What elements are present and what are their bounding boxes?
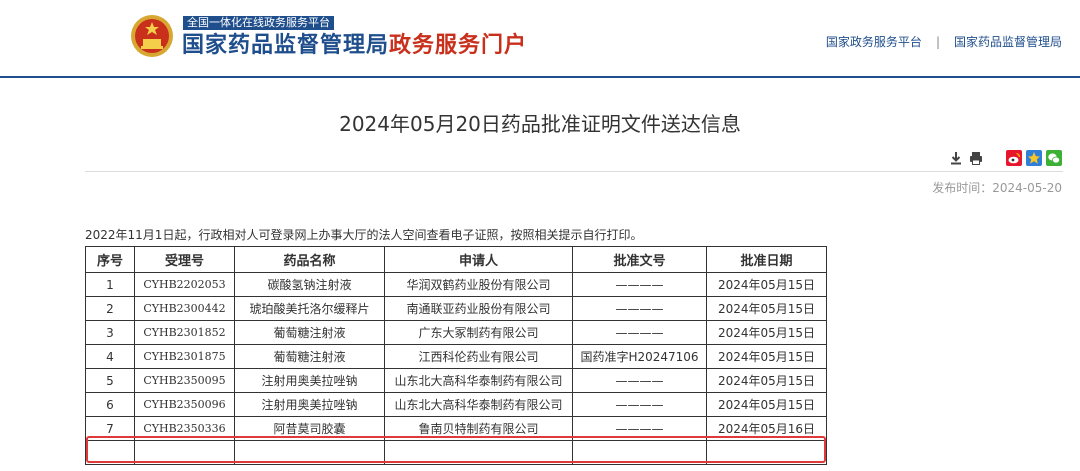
table-row: 3 CYHB2301852 葡萄糖注射液 广东大冢制药有限公司 ———— 202… [85, 320, 827, 345]
cell-acceptance-no: CYHB2301875 [134, 344, 235, 369]
download-icon[interactable] [948, 150, 964, 166]
platform-tagline: 全国一体化在线政务服务平台 [183, 16, 334, 30]
cell-acceptance-no: CYHB2202053 [134, 272, 235, 297]
publish-date-label: 发布时间： [932, 181, 993, 195]
col-header-approval-no: 批准文号 [572, 246, 707, 273]
cell-approval-date: 2024年05月15日 [706, 296, 827, 321]
qzone-share-icon[interactable] [1026, 150, 1042, 166]
wechat-share-icon[interactable] [1046, 150, 1062, 166]
col-header-index: 序号 [85, 246, 135, 273]
cell-approval-no: ———— [572, 272, 707, 297]
cell-acceptance-no: CYHB2350096 [134, 392, 235, 417]
link-nmpa[interactable]: 国家药品监督管理局 [954, 35, 1062, 49]
cell-drug-name: 琥珀酸美托洛尔缓释片 [234, 296, 385, 321]
title-divider [85, 171, 1063, 172]
table-row: 5 CYHB2350095 注射用奥美拉唑钠 山东北大高科华泰制药有限公司 ——… [85, 368, 827, 393]
table-header-row: 序号 受理号 药品名称 申请人 批准文号 批准日期 [85, 246, 827, 273]
cell-approval-no: ———— [572, 320, 707, 345]
cell-approval-date: 2024年05月15日 [706, 344, 827, 369]
notice-text: 2022年11月1日起，行政相对人可登录网上办事大厅的法人空间查看电子证照，按照… [85, 228, 643, 242]
cell-index: 5 [85, 368, 135, 393]
weibo-share-icon[interactable] [1006, 150, 1022, 166]
publish-date: 发布时间：2024-05-20 [932, 179, 1062, 196]
cell-drug-name: 注射用奥美拉唑钠 [234, 392, 385, 417]
col-header-approval-date: 批准日期 [706, 246, 827, 273]
col-header-acceptance-no: 受理号 [134, 246, 235, 273]
table-row: 1 CYHB2202053 碳酸氢钠注射液 华润双鹤药业股份有限公司 ———— … [85, 272, 827, 297]
cell-acceptance-no: CYHB2300442 [134, 296, 235, 321]
cell-drug-name: 阿昔莫司胶囊 [234, 416, 385, 441]
cell-applicant: 南通联亚药业股份有限公司 [384, 296, 573, 321]
cell-approval-no: ———— [572, 416, 707, 441]
table-row-highlighted: 7 CYHB2350336 阿昔莫司胶囊 鲁南贝特制药有限公司 ———— 202… [85, 416, 827, 441]
table-row-partial [85, 440, 827, 465]
site-title[interactable]: 国家药品监督管理局政务服务门户 [182, 32, 527, 60]
cell-drug-name: 葡萄糖注射液 [234, 320, 385, 345]
cell-approval-date: 2024年05月15日 [706, 392, 827, 417]
cell-drug-name: 葡萄糖注射液 [234, 344, 385, 369]
table-row: 6 CYHB2350096 注射用奥美拉唑钠 山东北大高科华泰制药有限公司 ——… [85, 392, 827, 417]
cell-approval-no: ———— [572, 368, 707, 393]
publish-date-value: 2024-05-20 [992, 181, 1062, 195]
cell-index: 2 [85, 296, 135, 321]
cell-applicant: 山东北大高科华泰制药有限公司 [384, 368, 573, 393]
cell-index: 3 [85, 320, 135, 345]
cell-index: 6 [85, 392, 135, 417]
link-national-service-platform[interactable]: 国家政务服务平台 [826, 35, 922, 49]
article-toolbar [948, 149, 1062, 167]
national-emblem-icon [131, 15, 173, 57]
cell-approval-date: 2024年05月16日 [706, 416, 827, 441]
cell-applicant: 广东大冢制药有限公司 [384, 320, 573, 345]
cell-acceptance-no: CYHB2301852 [134, 320, 235, 345]
cell-index: 7 [85, 416, 135, 441]
col-header-drug-name: 药品名称 [234, 246, 385, 273]
cell-approval-date: 2024年05月15日 [706, 368, 827, 393]
cell-approval-no: 国药准字H20247106 [572, 344, 707, 369]
cell-approval-date: 2024年05月15日 [706, 320, 827, 345]
cell-index: 4 [85, 344, 135, 369]
site-title-accent: 政务服务门户 [389, 33, 528, 58]
cell-acceptance-no: CYHB2350095 [134, 368, 235, 393]
link-separator: | [935, 35, 940, 49]
cell-acceptance-no: CYHB2350336 [134, 416, 235, 441]
cell-approval-date: 2024年05月15日 [706, 272, 827, 297]
print-icon[interactable] [968, 150, 984, 166]
cell-applicant: 山东北大高科华泰制药有限公司 [384, 392, 573, 417]
col-header-applicant: 申请人 [384, 246, 573, 273]
table-row: 4 CYHB2301875 葡萄糖注射液 江西科伦药业有限公司 国药准字H202… [85, 344, 827, 369]
top-links: 国家政务服务平台 | 国家药品监督管理局 [826, 33, 1062, 50]
cell-applicant: 华润双鹤药业股份有限公司 [384, 272, 573, 297]
table-row: 2 CYHB2300442 琥珀酸美托洛尔缓释片 南通联亚药业股份有限公司 ——… [85, 296, 827, 321]
cell-approval-no: ———— [572, 392, 707, 417]
page-title: 2024年05月20日药品批准证明文件送达信息 [339, 112, 741, 136]
cell-applicant: 鲁南贝特制药有限公司 [384, 416, 573, 441]
cell-drug-name: 碳酸氢钠注射液 [234, 272, 385, 297]
approval-table: 序号 受理号 药品名称 申请人 批准文号 批准日期 1 CYHB2202053 … [85, 246, 827, 465]
cell-applicant: 江西科伦药业有限公司 [384, 344, 573, 369]
site-header: 全国一体化在线政务服务平台 国家药品监督管理局政务服务门户 国家政务服务平台 | 国… [0, 0, 1080, 78]
cell-drug-name: 注射用奥美拉唑钠 [234, 368, 385, 393]
cell-approval-no: ———— [572, 296, 707, 321]
site-title-main: 国家药品监督管理局 [182, 33, 390, 58]
cell-index: 1 [85, 272, 135, 297]
